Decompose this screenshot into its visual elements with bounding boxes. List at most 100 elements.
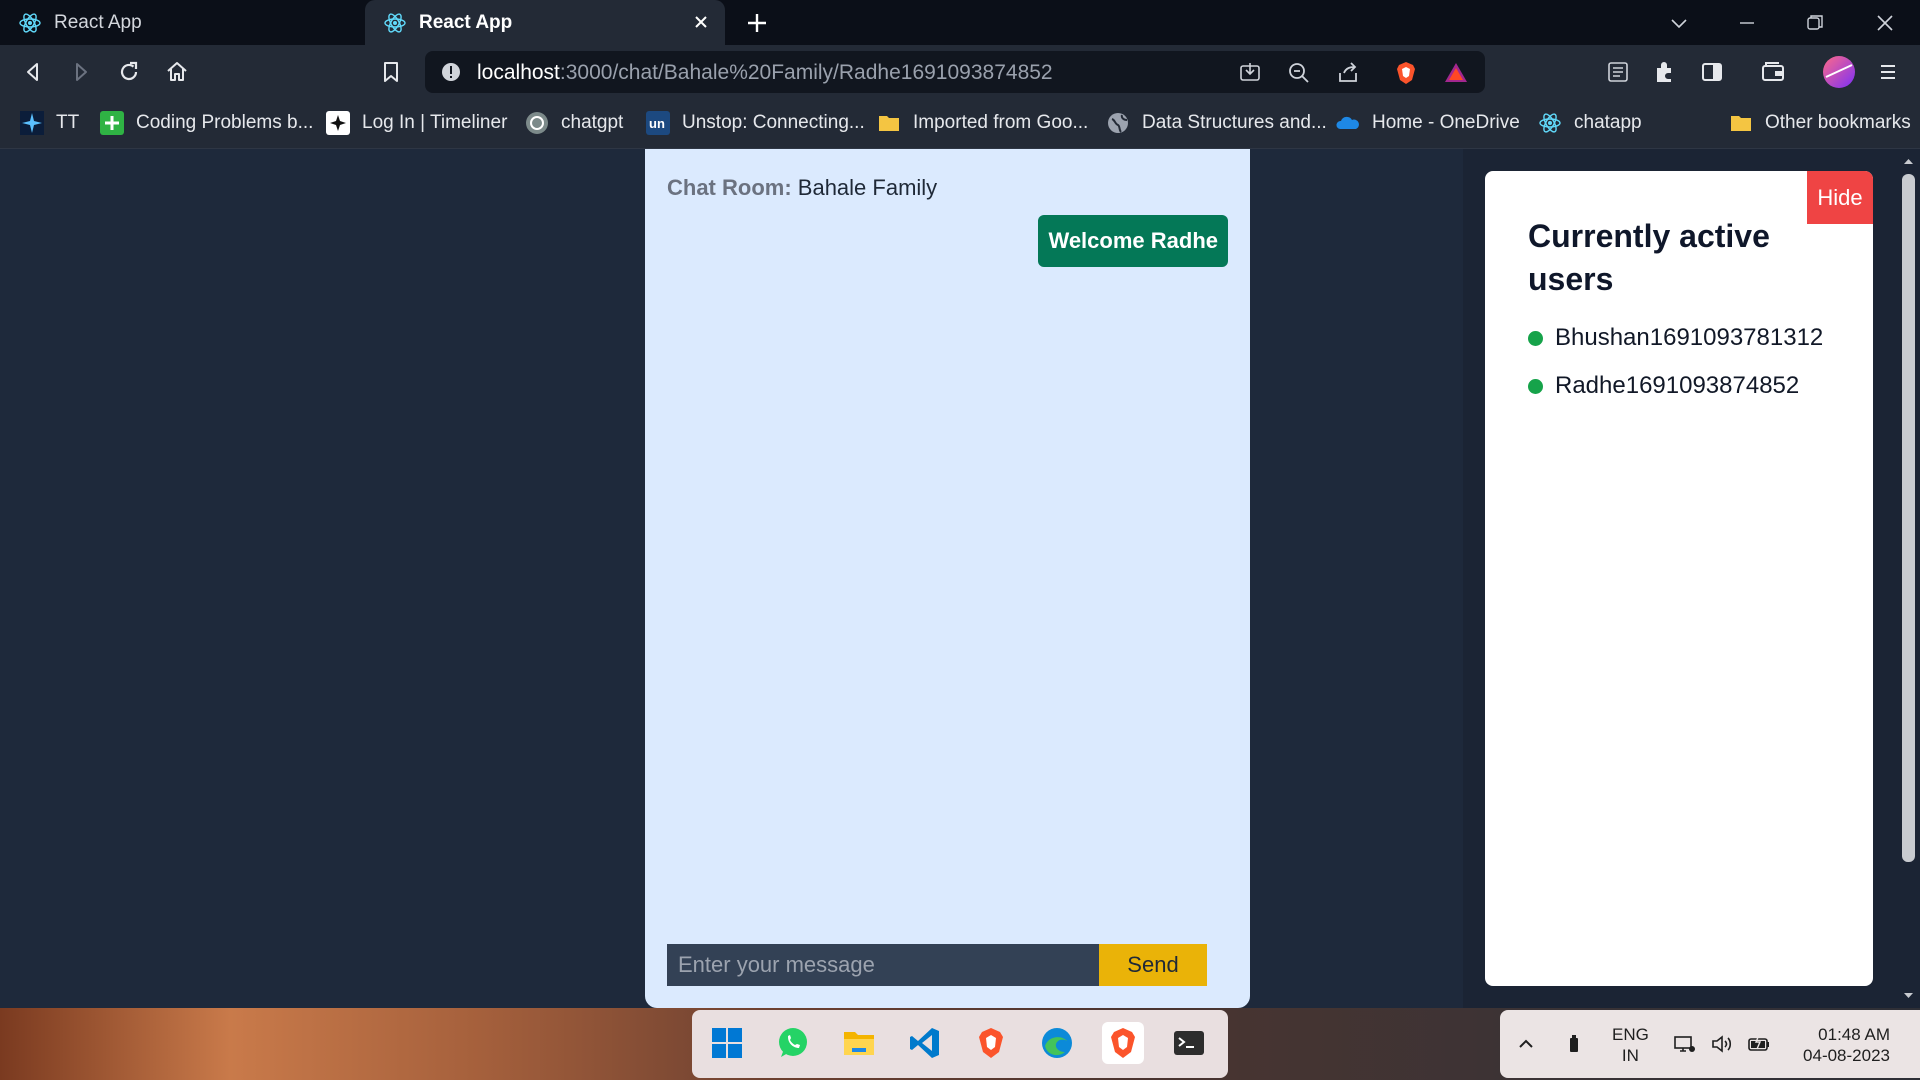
bookmark-coding-problems[interactable]: Coding Problems b... <box>100 109 313 137</box>
url-path: :3000/chat/Bahale%20Family/Radhe16910938… <box>559 61 1053 84</box>
tab-search-chevron-icon[interactable] <box>1666 10 1692 36</box>
chat-room-name: Bahale Family <box>797 175 938 200</box>
address-bar[interactable]: localhost:3000/chat/Bahale%20Family/Radh… <box>425 51 1485 93</box>
clock-time: 01:48 AM <box>1818 1025 1890 1044</box>
close-window-icon[interactable] <box>1872 10 1898 36</box>
green-plus-icon <box>100 111 124 135</box>
taskbar-brave[interactable] <box>970 1022 1012 1064</box>
react-icon <box>19 12 41 33</box>
close-tab-icon[interactable] <box>691 12 711 32</box>
active-users-title: Currently active users <box>1528 218 1770 297</box>
windows-taskbar: ENG IN 01:48 AM 04-08-2023 <box>0 1008 1920 1080</box>
vscode-icon <box>910 1028 939 1058</box>
zoom-out-icon[interactable] <box>1286 60 1312 86</box>
taskbar-apps <box>692 1010 1228 1078</box>
profile-avatar[interactable] <box>1822 55 1856 89</box>
tab-title: React App <box>54 11 142 33</box>
unstop-icon: un <box>646 111 670 135</box>
taskbar-clock[interactable]: 01:48 AM 04-08-2023 <box>1790 1024 1890 1066</box>
share-icon[interactable] <box>1335 60 1361 86</box>
active-users-list: Bhushan1691093781312 Radhe1691093874852 <box>1528 323 1823 419</box>
chatgpt-icon <box>526 112 548 134</box>
site-info-icon[interactable] <box>440 61 462 83</box>
active-user-name: Bhushan1691093781312 <box>1555 324 1824 351</box>
install-app-icon[interactable] <box>1237 60 1263 86</box>
react-icon <box>384 12 406 33</box>
online-status-dot <box>1528 330 1543 346</box>
wallet-icon[interactable] <box>1759 58 1787 86</box>
welcome-message: Welcome Radhe <box>1038 215 1228 267</box>
back-icon[interactable] <box>19 58 47 86</box>
bookmark-timeliner[interactable]: Log In | Timeliner <box>326 109 507 137</box>
scroll-down-icon[interactable] <box>1902 989 1915 1002</box>
taskbar-brave-active[interactable] <box>1102 1022 1144 1064</box>
home-icon[interactable] <box>163 58 191 86</box>
brave-active-icon <box>1111 1028 1135 1058</box>
globe-icon <box>1108 113 1128 133</box>
onedrive-icon <box>1336 116 1359 129</box>
bookmark-chatgpt[interactable]: chatgpt <box>525 109 623 137</box>
restore-icon[interactable] <box>1802 10 1828 36</box>
edge-icon <box>1042 1028 1072 1058</box>
system-tray: ENG IN 01:48 AM 04-08-2023 <box>1500 1010 1920 1078</box>
bookmark-imported-folder[interactable]: Imported from Goo... <box>877 109 1088 137</box>
volume-icon[interactable] <box>1710 1032 1734 1056</box>
start-button[interactable] <box>706 1022 748 1064</box>
tt-icon <box>20 111 44 135</box>
page-scrollbar[interactable] <box>1897 149 1920 1008</box>
tab-react-app-2[interactable]: React App <box>365 0 725 45</box>
brave-rewards-icon[interactable] <box>1443 60 1469 86</box>
sidebar-icon[interactable] <box>1698 58 1726 86</box>
clock-date: 04-08-2023 <box>1803 1046 1890 1065</box>
message-input[interactable] <box>667 944 1099 986</box>
taskbar-file-explorer[interactable] <box>838 1022 880 1064</box>
forward-icon[interactable] <box>67 58 95 86</box>
tab-title: React App <box>419 11 513 33</box>
new-tab-icon[interactable] <box>744 10 770 36</box>
extensions-icon[interactable] <box>1651 58 1679 86</box>
taskbar-vscode[interactable] <box>904 1022 946 1064</box>
start-icon <box>712 1028 742 1058</box>
active-user-item: Bhushan1691093781312 <box>1528 323 1823 353</box>
reader-mode-icon[interactable] <box>1604 58 1632 86</box>
reload-icon[interactable] <box>115 58 143 86</box>
network-icon[interactable] <box>1672 1032 1696 1056</box>
bookmarks-bar: TT Coding Problems b... Log In | Timelin… <box>0 99 1920 149</box>
input-language-indicator[interactable]: ENG IN <box>1612 1024 1649 1066</box>
folder-icon <box>1731 116 1751 131</box>
page-content: Chat Room: Bahale Family Welcome Radhe S… <box>0 149 1920 1008</box>
react-icon <box>1539 113 1561 133</box>
show-hidden-icons-chevron-icon[interactable] <box>1514 1032 1538 1056</box>
taskbar-terminal[interactable] <box>1168 1022 1210 1064</box>
brave-shields-icon[interactable] <box>1393 60 1419 86</box>
browser-toolbar: localhost:3000/chat/Bahale%20Family/Radh… <box>0 45 1920 99</box>
bookmark-tt[interactable]: TT <box>20 109 79 137</box>
browser-tab-strip: React App React App <box>0 0 1920 45</box>
tab-react-app-1[interactable]: React App <box>0 0 363 45</box>
minimize-icon[interactable] <box>1734 10 1760 36</box>
folder-icon <box>879 116 899 131</box>
active-user-item: Radhe1691093874852 <box>1528 371 1823 401</box>
scroll-up-icon[interactable] <box>1902 155 1915 168</box>
chat-room-header: Chat Room: Bahale Family <box>667 175 937 201</box>
bookmark-onedrive[interactable]: Home - OneDrive <box>1336 109 1520 137</box>
bookmark-other-bookmarks[interactable]: Other bookmarks <box>1729 109 1911 137</box>
bookmark-page-icon[interactable] <box>377 58 405 86</box>
scrollbar-thumb[interactable] <box>1902 174 1915 862</box>
bookmark-chatapp[interactable]: chatapp <box>1538 109 1642 137</box>
message-form: Send <box>667 944 1207 986</box>
battery-charging-icon[interactable] <box>1747 1032 1771 1056</box>
usb-drive-icon[interactable] <box>1562 1032 1586 1056</box>
file-explorer-icon <box>844 1032 874 1055</box>
bookmark-data-structures[interactable]: Data Structures and... <box>1106 109 1327 137</box>
taskbar-edge[interactable] <box>1036 1022 1078 1064</box>
active-users-card: Hide Currently active users Bhushan16910… <box>1485 171 1873 986</box>
menu-icon[interactable] <box>1874 58 1902 86</box>
chat-room-label: Chat Room: <box>667 175 792 200</box>
active-user-name: Radhe1691093874852 <box>1555 372 1800 399</box>
send-button[interactable]: Send <box>1099 944 1207 986</box>
terminal-icon <box>1174 1031 1204 1055</box>
taskbar-whatsapp[interactable] <box>772 1022 814 1064</box>
bookmark-unstop[interactable]: un Unstop: Connecting... <box>646 109 865 137</box>
timeliner-icon <box>326 111 350 135</box>
